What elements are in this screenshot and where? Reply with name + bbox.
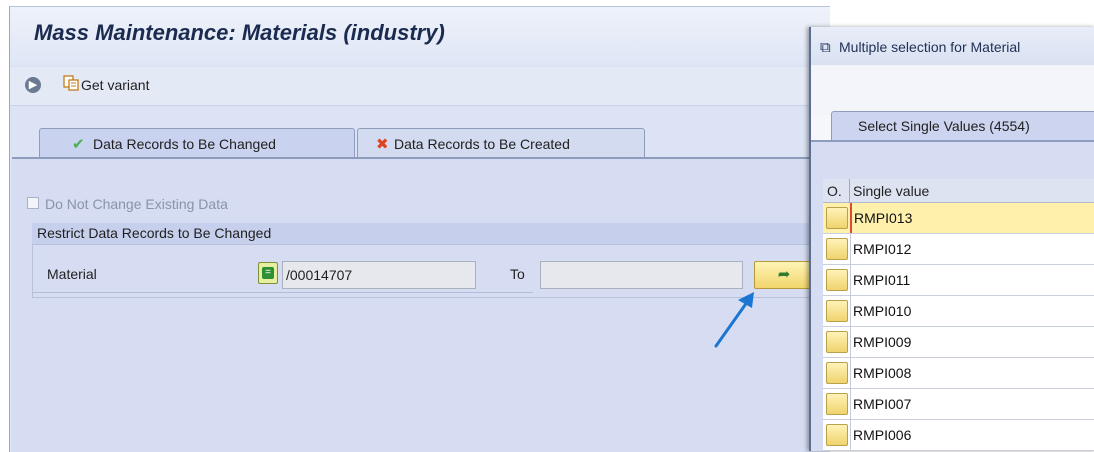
table-row[interactable]: RMPI011 xyxy=(823,265,1094,296)
title-bar: Mass Maintenance: Materials (industry) xyxy=(10,7,830,65)
table-row[interactable]: RMPI006 xyxy=(823,420,1094,451)
table-row[interactable]: RMPI010 xyxy=(823,296,1094,327)
table-row[interactable]: RMPI012 xyxy=(823,234,1094,265)
row-option-button[interactable] xyxy=(826,424,848,446)
multiple-selection-dialog: ⧉ Multiple selection for Material Select… xyxy=(809,27,1094,451)
material-from-input[interactable]: /00014707 xyxy=(282,261,476,289)
material-label: Material xyxy=(47,266,97,282)
do-not-change-checkbox[interactable] xyxy=(27,197,39,209)
single-value-cell[interactable]: RMPI011 xyxy=(850,265,1094,295)
selection-option-button[interactable]: = xyxy=(258,262,278,284)
single-value-cell[interactable]: RMPI008 xyxy=(850,358,1094,388)
do-not-change-label: Do Not Change Existing Data xyxy=(45,196,228,212)
multiple-selection-button[interactable]: ➦ xyxy=(754,261,814,289)
tab-records-to-create-label: Data Records to Be Created xyxy=(394,136,570,152)
checkmark-icon: ✔ xyxy=(72,136,85,153)
get-variant-button[interactable]: Get variant xyxy=(81,77,149,93)
equals-icon: = xyxy=(262,267,274,279)
single-value-cell[interactable]: RMPI013 xyxy=(850,203,1094,233)
execute-icon[interactable]: ▶ xyxy=(25,77,41,93)
tab-records-to-change[interactable]: ✔ Data Records to Be Changed xyxy=(39,128,355,158)
column-header-single-value[interactable]: Single value xyxy=(853,183,929,199)
dialog-window-icon: ⧉ xyxy=(820,39,831,56)
tab-select-single-values[interactable]: Select Single Values (4554) xyxy=(831,111,1094,141)
single-value-cell[interactable]: RMPI009 xyxy=(850,327,1094,357)
x-icon: ✖ xyxy=(376,136,389,153)
row-option-button[interactable] xyxy=(826,362,848,384)
annotation-arrow xyxy=(714,292,754,348)
table-row[interactable]: RMPI009 xyxy=(823,327,1094,358)
single-value-cell[interactable]: RMPI012 xyxy=(850,234,1094,264)
column-header-option[interactable]: O. xyxy=(827,183,842,199)
row-option-button[interactable] xyxy=(826,393,848,415)
tab-records-to-create[interactable]: ✖ Data Records to Be Created xyxy=(357,128,645,158)
multiple-selection-icon: ➦ xyxy=(777,266,791,283)
to-label: To xyxy=(510,266,525,282)
row-divider xyxy=(33,292,533,293)
table-row[interactable]: RMPI008 xyxy=(823,358,1094,389)
table-header: O. Single value xyxy=(823,179,1094,203)
dialog-title-bar: ⧉ Multiple selection for Material xyxy=(811,27,1094,65)
page-title: Mass Maintenance: Materials (industry) xyxy=(34,20,445,45)
main-window: Mass Maintenance: Materials (industry) ▶… xyxy=(9,6,830,452)
row-option-button[interactable] xyxy=(826,207,848,229)
row-option-button[interactable] xyxy=(826,269,848,291)
toolbar: ▶ Get variant xyxy=(10,67,830,106)
table-row[interactable]: RMPI013 xyxy=(823,203,1094,234)
dialog-title: Multiple selection for Material xyxy=(839,39,1021,55)
row-option-button[interactable] xyxy=(826,331,848,353)
row-option-button[interactable] xyxy=(826,238,848,260)
material-to-input[interactable] xyxy=(540,261,743,289)
get-variant-icon[interactable] xyxy=(63,75,79,91)
tab-records-to-change-label: Data Records to Be Changed xyxy=(93,136,276,152)
single-value-cell[interactable]: RMPI006 xyxy=(850,420,1094,450)
table-row[interactable]: RMPI007 xyxy=(823,389,1094,420)
single-value-cell[interactable]: RMPI007 xyxy=(850,389,1094,419)
dialog-toolbar-area xyxy=(811,65,1094,115)
single-value-cell[interactable]: RMPI010 xyxy=(850,296,1094,326)
restrict-group-title: Restrict Data Records to Be Changed xyxy=(32,223,815,245)
row-option-button[interactable] xyxy=(826,300,848,322)
column-separator xyxy=(849,179,850,203)
